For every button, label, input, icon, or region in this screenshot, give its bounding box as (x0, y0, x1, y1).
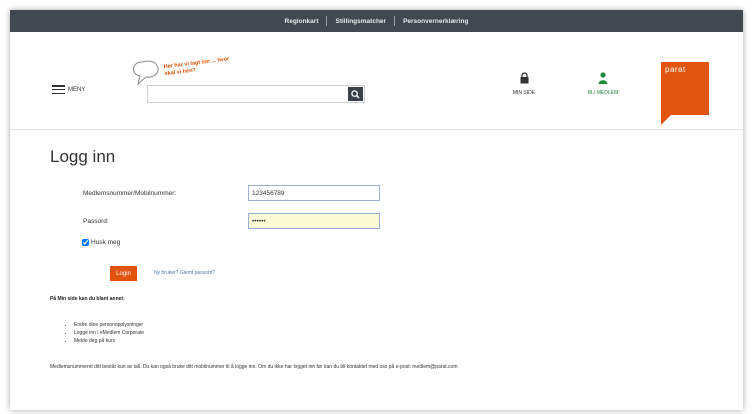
top-nav-link-personvern[interactable]: Personvernerklæring (403, 18, 468, 25)
menu-button[interactable]: MENY (52, 85, 85, 94)
info-list: Endre dine personopplysninger Logge inn … (64, 321, 144, 345)
lock-icon (520, 72, 528, 84)
username-field[interactable] (248, 185, 380, 201)
site-header: MENY Her har vi lagt inn ... hvor skal v… (10, 32, 743, 130)
logo-tail (661, 115, 671, 125)
parat-logo[interactable]: parat (661, 62, 709, 115)
bli-medlem-link[interactable]: BLI MEDLEM (577, 72, 629, 96)
hamburger-icon (52, 85, 65, 94)
top-nav-divider (394, 16, 396, 26)
username-label: Medlemsnummer/Mobilnummer: (83, 190, 177, 197)
logo-text: parat (665, 65, 686, 74)
browser-frame: Regionkart Stillingsmatcher Personverner… (10, 10, 743, 410)
magnifier-icon (351, 89, 360, 99)
top-nav-link-stillingsmatcher[interactable]: Stillingsmatcher (335, 18, 386, 25)
list-item: Melde deg på kurs (74, 337, 144, 345)
remember-me-checkbox[interactable] (82, 239, 89, 246)
page-title: Logg inn (50, 147, 116, 166)
password-label: Passord: (83, 218, 109, 225)
slogan-graphic: Her har vi lagt inn ... hvor skal vi hen… (128, 56, 238, 88)
person-icon (598, 72, 608, 84)
info-heading: På Min side kan du blant annet: (50, 296, 125, 302)
remember-me[interactable]: Husk meg (82, 239, 120, 246)
min-side-link[interactable]: MIN SIDE (504, 72, 544, 96)
search-box (147, 85, 365, 106)
forgot-password-link[interactable]: Ny bruker? Glemt passord? (154, 270, 215, 276)
list-item: Logge inn i eMedlem Corporate (74, 329, 144, 337)
bli-medlem-label: BLI MEDLEM (587, 90, 619, 96)
top-nav-link-regionkart[interactable]: Regionkart (285, 18, 319, 25)
search-button[interactable] (348, 87, 363, 101)
menu-label: MENY (68, 86, 86, 93)
remember-me-label: Husk meg (91, 239, 121, 246)
min-side-label: MIN SIDE (512, 90, 536, 96)
login-button[interactable]: Login (110, 266, 137, 281)
search-input[interactable] (148, 89, 338, 106)
top-nav-divider (326, 16, 328, 26)
list-item: Endre dine personopplysninger (74, 321, 144, 329)
password-field[interactable] (248, 213, 380, 229)
footer-note: Medlemsnummeret ditt består kun av tall.… (50, 364, 458, 370)
top-nav-bar: Regionkart Stillingsmatcher Personverner… (10, 10, 743, 32)
